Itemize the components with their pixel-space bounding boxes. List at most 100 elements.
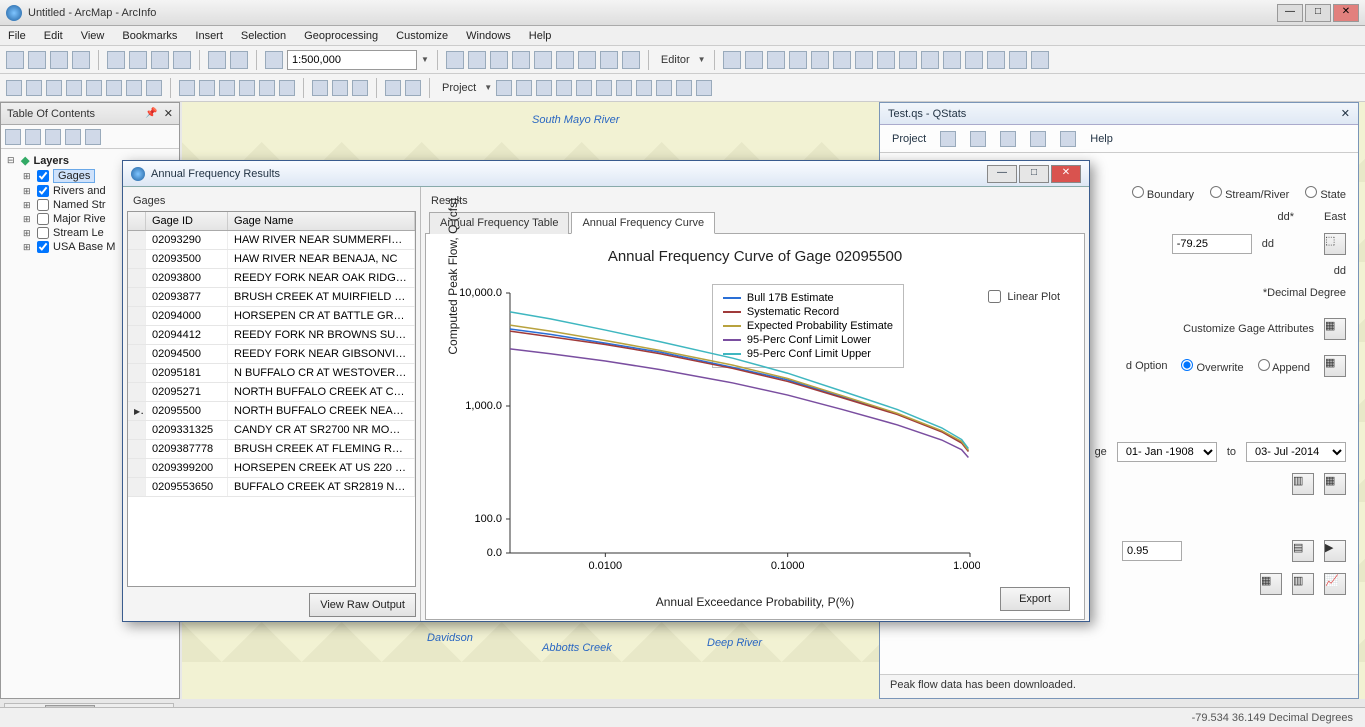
boundary-radio[interactable] xyxy=(1132,186,1144,198)
pin-icon[interactable]: 📌 xyxy=(145,108,157,119)
table-row[interactable]: 02093800REEDY FORK NEAR OAK RIDGE, NC xyxy=(128,269,415,288)
table-row[interactable]: 0209331325CANDY CR AT SR2700 NR MONTICEL… xyxy=(128,421,415,440)
edit-j-icon[interactable] xyxy=(921,51,939,69)
table-row[interactable]: 02095271NORTH BUFFALO CREEK AT CHURCH S xyxy=(128,383,415,402)
layer-checkbox[interactable] xyxy=(37,241,49,253)
expand-icon[interactable]: ⊞ xyxy=(23,171,33,182)
options-icon[interactable] xyxy=(85,129,101,145)
layer-checkbox[interactable] xyxy=(37,227,49,239)
tool-c-icon[interactable] xyxy=(490,51,508,69)
action-6-button[interactable]: ▥ xyxy=(1292,573,1314,595)
num-input[interactable] xyxy=(1122,541,1182,561)
action-7-button[interactable]: 📈 xyxy=(1324,573,1346,595)
qstats-close-icon[interactable]: ✕ xyxy=(1341,107,1350,120)
table-row[interactable]: 02095181N BUFFALO CR AT WESTOVER TERRAC xyxy=(128,364,415,383)
tool-f-icon[interactable] xyxy=(556,51,574,69)
menu-help[interactable]: Help xyxy=(529,30,552,42)
dlg-close-button[interactable]: ✕ xyxy=(1051,165,1081,183)
clear-select-icon[interactable] xyxy=(199,80,215,96)
proj-k-icon[interactable] xyxy=(696,80,712,96)
layer-checkbox[interactable] xyxy=(37,199,49,211)
qstats-project-menu[interactable]: Project xyxy=(892,133,926,145)
expand-icon[interactable]: ⊞ xyxy=(23,214,33,225)
menu-bookmarks[interactable]: Bookmarks xyxy=(122,30,177,42)
edit-o-icon[interactable] xyxy=(1031,51,1049,69)
redo-icon[interactable] xyxy=(230,51,248,69)
option-button[interactable]: ▦ xyxy=(1324,355,1346,377)
menu-customize[interactable]: Customize xyxy=(396,30,448,42)
edit-d-icon[interactable] xyxy=(789,51,807,69)
expand-icon[interactable]: ⊞ xyxy=(23,186,33,197)
full-extent-icon[interactable] xyxy=(66,80,82,96)
table-row[interactable]: 02094000HORSEPEN CR AT BATTLE GROUND, NC xyxy=(128,307,415,326)
layer-checkbox[interactable] xyxy=(37,185,49,197)
edit-h-icon[interactable] xyxy=(877,51,895,69)
editor-menu[interactable]: Editor xyxy=(657,54,694,66)
overwrite-radio[interactable] xyxy=(1181,359,1193,371)
menu-insert[interactable]: Insert xyxy=(195,30,223,42)
action-3-button[interactable]: ▤ xyxy=(1292,540,1314,562)
col-gage-id[interactable]: Gage ID xyxy=(146,212,228,230)
save-icon[interactable] xyxy=(50,51,68,69)
layer-label[interactable]: Major Rive xyxy=(53,213,106,225)
qs-ico-2[interactable] xyxy=(970,131,986,147)
pointer-icon[interactable] xyxy=(219,80,235,96)
action-1-button[interactable]: ▥ xyxy=(1292,473,1314,495)
print-icon[interactable] xyxy=(72,51,90,69)
fixed-zoom-out-icon[interactable] xyxy=(106,80,122,96)
forward-icon[interactable] xyxy=(146,80,162,96)
new-icon[interactable] xyxy=(6,51,24,69)
action-2-button[interactable]: ▦ xyxy=(1324,473,1346,495)
proj-f-icon[interactable] xyxy=(596,80,612,96)
scale-input[interactable]: 1:500,000 xyxy=(287,50,417,70)
proj-h-icon[interactable] xyxy=(636,80,652,96)
layer-label[interactable]: USA Base M xyxy=(53,241,115,253)
list-by-drawing-icon[interactable] xyxy=(5,129,21,145)
layer-label[interactable]: Stream Le xyxy=(53,227,104,239)
col-gage-name[interactable]: Gage Name xyxy=(228,212,415,230)
edit-g-icon[interactable] xyxy=(855,51,873,69)
proj-c-icon[interactable] xyxy=(536,80,552,96)
proj-j-icon[interactable] xyxy=(676,80,692,96)
layer-label[interactable]: Rivers and xyxy=(53,185,106,197)
table-row[interactable]: 0209387778BRUSH CREEK AT FLEMING ROAD AT… xyxy=(128,440,415,459)
action-4-button[interactable]: ▶ xyxy=(1324,540,1346,562)
qs-ico-3[interactable] xyxy=(1000,131,1016,147)
tool-h-icon[interactable] xyxy=(600,51,618,69)
menu-file[interactable]: File xyxy=(8,30,26,42)
dlg-maximize-button[interactable]: □ xyxy=(1019,165,1049,183)
customize-button[interactable]: ▦ xyxy=(1324,318,1346,340)
back-icon[interactable] xyxy=(126,80,142,96)
layer-checkbox[interactable] xyxy=(37,213,49,225)
proj-i-icon[interactable] xyxy=(656,80,672,96)
edit-k-icon[interactable] xyxy=(943,51,961,69)
proj-e-icon[interactable] xyxy=(576,80,592,96)
edit-c-icon[interactable] xyxy=(767,51,785,69)
collapse-icon[interactable]: ⊟ xyxy=(7,155,17,166)
expand-icon[interactable]: ⊞ xyxy=(23,228,33,239)
tool-d-icon[interactable] xyxy=(512,51,530,69)
view-raw-button[interactable]: View Raw Output xyxy=(309,593,416,617)
action-5-button[interactable]: ▦ xyxy=(1260,573,1282,595)
copy-icon[interactable] xyxy=(129,51,147,69)
qs-ico-1[interactable] xyxy=(940,131,956,147)
edit-i-icon[interactable] xyxy=(899,51,917,69)
identify-icon[interactable] xyxy=(239,80,255,96)
project-menu[interactable]: Project xyxy=(438,82,480,94)
minimize-button[interactable]: — xyxy=(1277,4,1303,22)
delete-icon[interactable] xyxy=(173,51,191,69)
export-button[interactable]: Export xyxy=(1000,587,1070,611)
hyperlink-icon[interactable] xyxy=(259,80,275,96)
xy-icon[interactable] xyxy=(352,80,368,96)
menu-selection[interactable]: Selection xyxy=(241,30,286,42)
tool-i-icon[interactable] xyxy=(622,51,640,69)
edit-f-icon[interactable] xyxy=(833,51,851,69)
table-row[interactable]: 02093877BRUSH CREEK AT MUIRFIELD RD AT G… xyxy=(128,288,415,307)
list-by-visibility-icon[interactable] xyxy=(45,129,61,145)
edit-b-icon[interactable] xyxy=(745,51,763,69)
list-by-selection-icon[interactable] xyxy=(65,129,81,145)
window-icon[interactable] xyxy=(405,80,421,96)
close-button[interactable]: ✕ xyxy=(1333,4,1359,22)
qstats-help-menu[interactable]: Help xyxy=(1090,133,1113,145)
dlg-minimize-button[interactable]: — xyxy=(987,165,1017,183)
